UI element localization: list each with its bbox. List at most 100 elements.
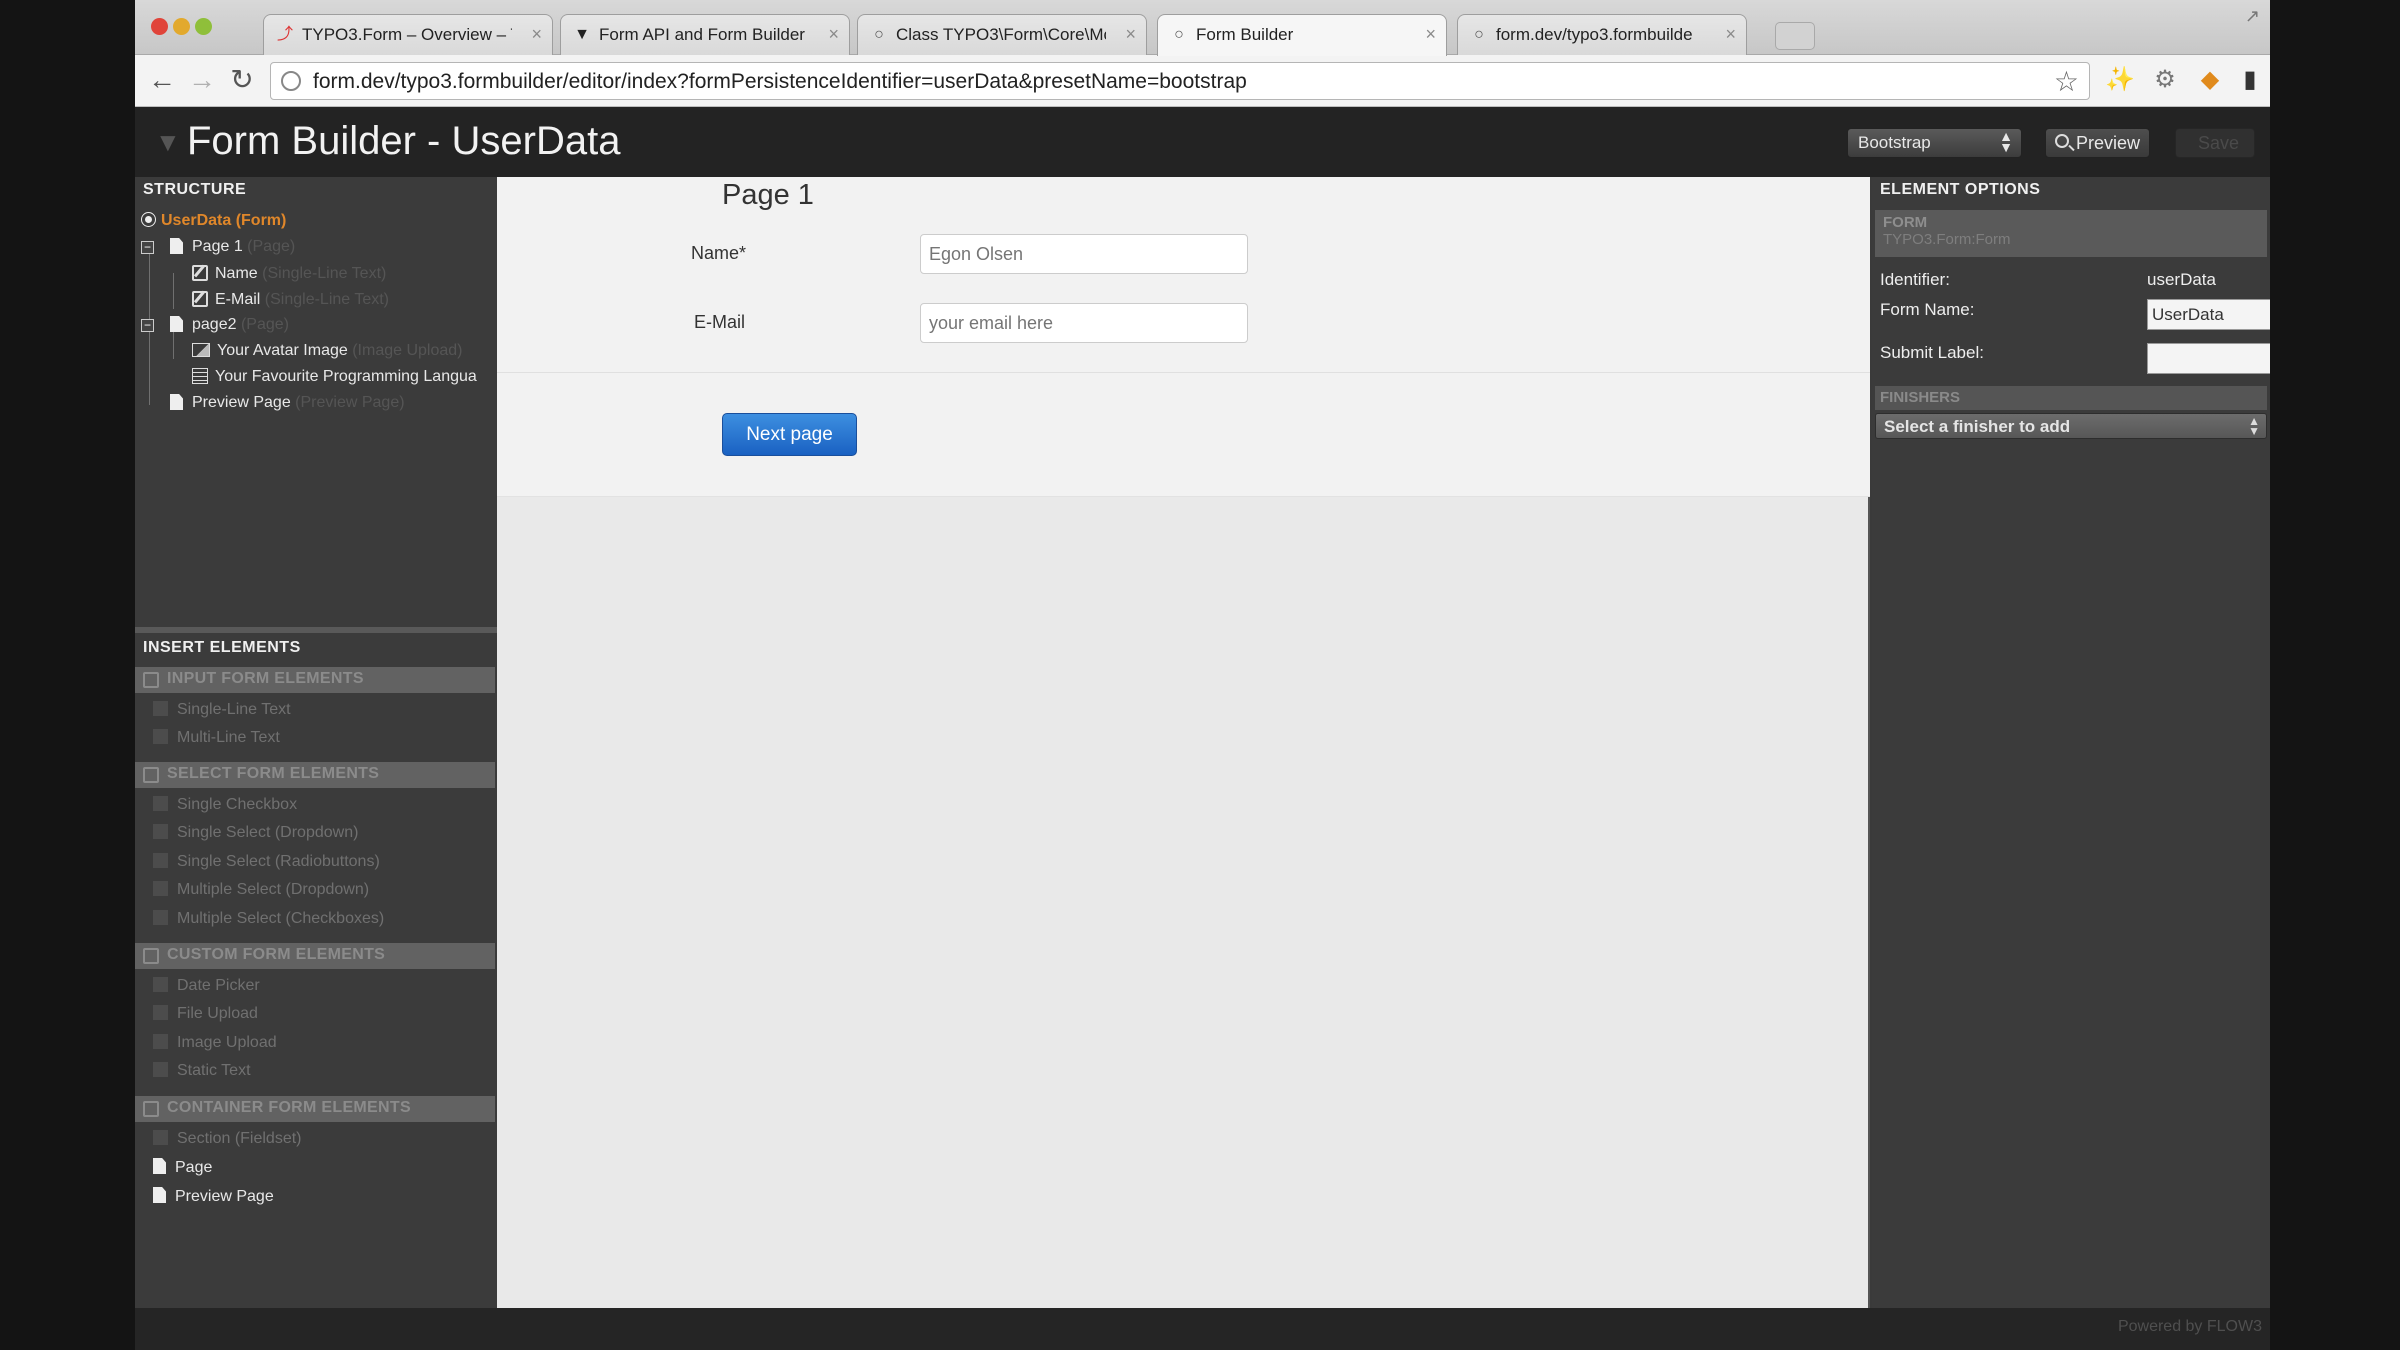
select-arrows-icon: ▲ ▼: [2248, 414, 2260, 438]
tree-item-label: page2: [192, 316, 237, 333]
globe-icon: ○: [1174, 26, 1184, 43]
tab-form-builder[interactable]: ○ Form Builder ×: [1157, 14, 1447, 56]
element-icon: [153, 1062, 168, 1077]
tree-item-preview-page[interactable]: Preview Page (Preview Page): [170, 394, 405, 412]
insert-date-picker[interactable]: Date Picker: [153, 977, 260, 995]
insert-multiple-select-dropdown[interactable]: Multiple Select (Dropdown): [153, 881, 369, 899]
element-icon: [153, 1034, 168, 1049]
insert-elements-heading: INSERT ELEMENTS: [143, 639, 301, 656]
tab-label: form.dev/typo3.formbuilde: [1496, 25, 1693, 44]
tree-item-name[interactable]: Name (Single-Line Text): [192, 265, 386, 283]
finisher-select[interactable]: Select a finisher to add ▲ ▼: [1875, 413, 2267, 439]
next-page-button[interactable]: Next page: [722, 413, 857, 456]
typo3-icon: ⤴: [276, 26, 293, 43]
form-node-icon: [142, 213, 155, 226]
element-icon: [153, 1005, 168, 1020]
insert-item-label: Page: [175, 1159, 213, 1176]
tree-item-email[interactable]: E-Mail (Single-Line Text): [192, 291, 389, 309]
insert-image-upload[interactable]: Image Upload: [153, 1034, 277, 1052]
collapse-toggle[interactable]: −: [141, 241, 154, 254]
fullscreen-icon[interactable]: ↗: [2245, 6, 2260, 27]
form-name-field[interactable]: [2147, 299, 2270, 330]
list-icon: [192, 368, 208, 384]
tree-item-form[interactable]: UserData (Form): [142, 212, 286, 230]
insert-page[interactable]: Page: [153, 1158, 212, 1177]
insert-multiple-select-checkboxes[interactable]: Multiple Select (Checkboxes): [153, 910, 384, 928]
edit-field-icon: [192, 265, 208, 281]
group-container-form-elements: CONTAINER FORM ELEMENTS: [135, 1096, 495, 1122]
insert-item-label: Single Checkbox: [177, 796, 298, 813]
extension-icon[interactable]: ⚙: [2150, 65, 2180, 95]
page-icon: [170, 238, 183, 254]
insert-multi-line-text[interactable]: Multi-Line Text: [153, 729, 280, 747]
browser-toolbar: ← → ↻ form.dev/typo3.formbuilder/editor/…: [135, 55, 2270, 107]
tree-item-page-2[interactable]: page2 (Page): [170, 316, 289, 334]
tab-typo3-overview[interactable]: ⤴ TYPO3.Form – Overview – T ×: [263, 14, 553, 55]
insert-section-fieldset[interactable]: Section (Fieldset): [153, 1130, 302, 1148]
zoom-window-button[interactable]: [195, 18, 212, 35]
tree-item-type: (Single-Line Text): [264, 291, 390, 308]
name-input[interactable]: [920, 234, 1248, 274]
tree-connector: [173, 273, 174, 309]
extension-icon[interactable]: ◆: [2195, 65, 2225, 95]
element-icon: [153, 1130, 168, 1145]
page-heading: Page 1: [722, 179, 814, 211]
element-type-name: TYPO3.Form:Form: [1883, 231, 2011, 248]
close-tab-icon[interactable]: ×: [1125, 24, 1136, 45]
new-tab-button[interactable]: [1775, 22, 1815, 50]
globe-icon: ○: [874, 26, 884, 43]
back-icon[interactable]: ←: [145, 63, 179, 97]
close-tab-icon[interactable]: ×: [1425, 24, 1436, 45]
tab-form-api[interactable]: ▼ Form API and Form Builder ×: [560, 14, 850, 55]
page-icon: [170, 316, 183, 332]
preset-select[interactable]: Bootstrap ▲ ▼: [1847, 128, 2022, 158]
minimize-window-button[interactable]: [173, 18, 190, 35]
bookmark-star-icon[interactable]: ☆: [2054, 65, 2079, 98]
submit-label-field[interactable]: [2147, 343, 2270, 374]
grid-icon: [143, 948, 159, 964]
insert-single-select-radiobuttons[interactable]: Single Select (Radiobuttons): [153, 853, 380, 871]
insert-item-label: Date Picker: [177, 977, 260, 994]
tree-item-avatar-image[interactable]: Your Avatar Image (Image Upload): [192, 342, 463, 360]
folder-icon: [143, 1101, 159, 1117]
insert-file-upload[interactable]: File Upload: [153, 1005, 258, 1023]
collapse-toggle[interactable]: −: [141, 319, 154, 332]
select-arrows-icon: ▲ ▼: [1999, 128, 2013, 155]
form-preview-area[interactable]: Page 1 Name* E-Mail Next page: [497, 177, 1870, 497]
tab-label: Class TYPO3\Form\Core\Mo: [896, 25, 1106, 44]
powered-by-text: Powered by FLOW3: [2117, 1318, 2262, 1335]
extension-icon[interactable]: ✨: [2105, 65, 2135, 95]
tab-formbuilder-dev[interactable]: ○ form.dev/typo3.formbuilde ×: [1457, 14, 1747, 55]
element-icon: [153, 853, 168, 868]
insert-preview-page[interactable]: Preview Page: [153, 1187, 274, 1206]
insert-elements-panel: INSERT ELEMENTS INPUT FORM ELEMENTS Sing…: [135, 633, 497, 1308]
reload-icon[interactable]: ↻: [225, 63, 259, 97]
email-input[interactable]: [920, 303, 1248, 343]
element-type-title: FORM: [1883, 214, 1928, 231]
page-icon: [153, 1187, 166, 1203]
page-icon: [170, 394, 183, 410]
insert-single-checkbox[interactable]: Single Checkbox: [153, 796, 297, 814]
save-button[interactable]: Save: [2175, 128, 2255, 158]
preview-button[interactable]: Preview: [2045, 128, 2150, 158]
url-text[interactable]: form.dev/typo3.formbuilder/editor/index?…: [313, 70, 1247, 94]
tree-item-type: (Page): [240, 316, 289, 333]
tree-item-programming-language[interactable]: Your Favourite Programming Langua: [192, 368, 477, 386]
tree-item-page-1[interactable]: Page 1 (Page): [170, 238, 295, 256]
forward-icon[interactable]: →: [185, 63, 219, 97]
close-window-button[interactable]: [151, 18, 168, 35]
tab-class-reference[interactable]: ○ Class TYPO3\Form\Core\Mo ×: [857, 14, 1147, 55]
insert-static-text[interactable]: Static Text: [153, 1062, 251, 1080]
close-tab-icon[interactable]: ×: [531, 24, 542, 45]
extension-icon[interactable]: ▮: [2235, 65, 2265, 95]
insert-item-label: Single Select (Radiobuttons): [177, 853, 380, 870]
insert-single-select-dropdown[interactable]: Single Select (Dropdown): [153, 824, 358, 842]
globe-icon: [281, 71, 301, 91]
group-custom-form-elements: CUSTOM FORM ELEMENTS: [135, 943, 495, 969]
identifier-value: userData: [2147, 270, 2216, 289]
close-tab-icon[interactable]: ×: [828, 24, 839, 45]
element-icon: [153, 910, 168, 925]
address-bar[interactable]: form.dev/typo3.formbuilder/editor/index?…: [270, 62, 2090, 100]
close-tab-icon[interactable]: ×: [1725, 24, 1736, 45]
insert-single-line-text[interactable]: Single-Line Text: [153, 701, 291, 719]
